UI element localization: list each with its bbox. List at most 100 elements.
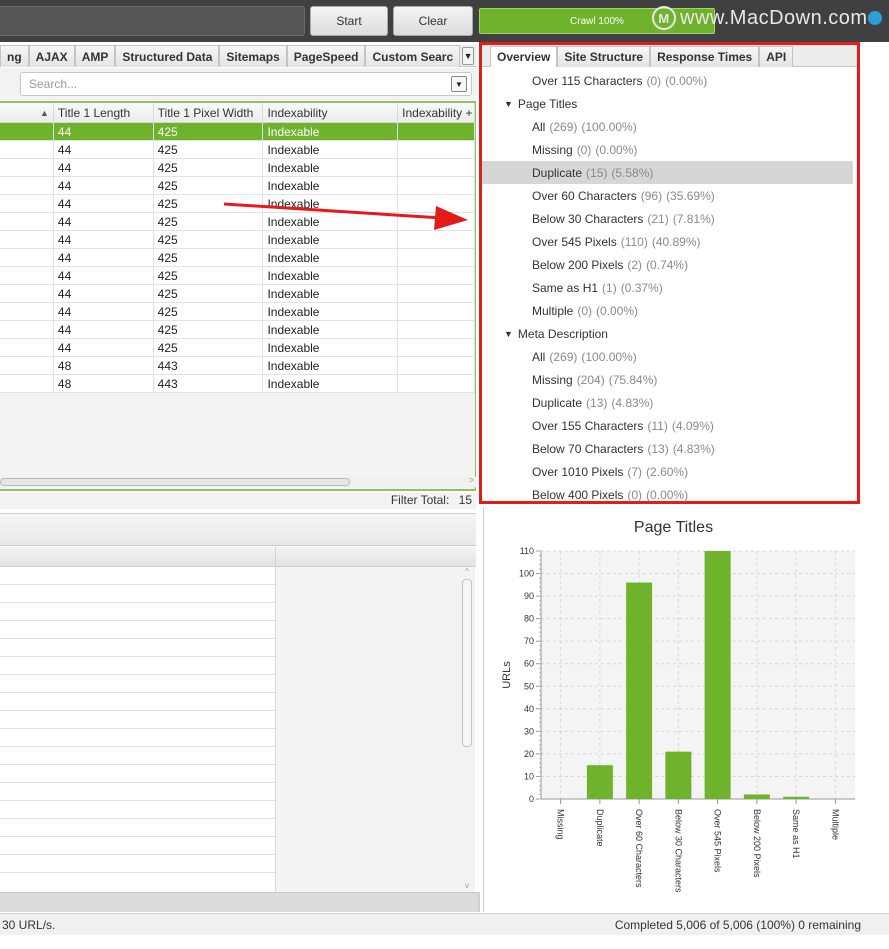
search-placeholder: Search... <box>29 77 78 91</box>
tree-item[interactable]: Missing (0) (0.00%) <box>482 138 857 161</box>
tree-item-count: (2) <box>627 257 643 272</box>
tab-structured-data[interactable]: Structured Data <box>115 45 220 67</box>
table-row[interactable]: 44 425 Indexable <box>0 285 475 303</box>
table-row[interactable]: 44 425 Indexable <box>0 141 475 159</box>
column-header-title-length[interactable]: Title 1 Length <box>54 103 154 122</box>
cell-title-length: 44 <box>54 213 154 230</box>
scroll-up-icon[interactable]: ^ <box>461 567 473 579</box>
tab-amp[interactable]: AMP <box>74 45 116 67</box>
column-header-indexability-status[interactable]: Indexability + <box>398 103 475 122</box>
cell-indexability-status <box>398 141 475 158</box>
tree-item[interactable]: Multiple (0) (0.00%) <box>482 299 857 322</box>
start-button[interactable]: Start <box>310 6 388 36</box>
vertical-scrollbar-thumb[interactable] <box>462 579 472 747</box>
tree-item-label: All <box>532 119 546 134</box>
tab-response-times[interactable]: Response Times <box>650 46 760 67</box>
horizontal-scrollbar[interactable]: > <box>0 475 476 487</box>
detail-row[interactable] <box>0 621 275 639</box>
tabs-overflow-dropdown[interactable]: ▼ <box>462 47 474 65</box>
table-row[interactable]: 44 425 Indexable <box>0 249 475 267</box>
tree-item[interactable]: All (269) (100.00%) <box>482 345 857 368</box>
detail-rows <box>0 567 275 892</box>
horizontal-scrollbar-thumb[interactable] <box>0 478 350 486</box>
tree-item[interactable]: Below 70 Characters (13) (4.83%) <box>482 437 857 460</box>
detail-row[interactable] <box>0 783 275 801</box>
table-row[interactable]: 44 425 Indexable <box>0 231 475 249</box>
tree-item[interactable]: Over 545 Pixels (110) (40.89%) <box>482 230 857 253</box>
tree-item-label: Over 155 Characters <box>532 418 644 433</box>
detail-row[interactable] <box>0 639 275 657</box>
tree-item[interactable]: Over 155 Characters (11) (4.09%) <box>482 414 857 437</box>
tab-overview[interactable]: Overview <box>490 46 558 67</box>
tree-item[interactable]: Over 115 Characters (0) (0.00%) <box>482 69 857 92</box>
tree-item[interactable]: Same as H1 (1) (0.37%) <box>482 276 857 299</box>
column-header-sort[interactable]: ▲ <box>0 103 54 122</box>
tree-item[interactable]: Below 400 Pixels (0) (0.00%) <box>482 483 857 506</box>
table-row[interactable]: 44 425 Indexable <box>0 267 475 285</box>
cell-title-pixel-width: 425 <box>154 159 264 176</box>
column-divider[interactable] <box>275 547 276 567</box>
search-dropdown-button[interactable]: ▼ <box>451 76 467 92</box>
detail-row[interactable] <box>0 765 275 783</box>
detail-row[interactable] <box>0 747 275 765</box>
detail-row[interactable] <box>0 675 275 693</box>
tree-item-label: Over 545 Pixels <box>532 234 617 249</box>
table-row[interactable]: 44 425 Indexable <box>0 123 475 141</box>
column-header-indexability[interactable]: Indexability <box>263 103 399 122</box>
table-row[interactable]: 48 443 Indexable <box>0 375 475 393</box>
vertical-scrollbar[interactable]: ^ v <box>461 567 473 892</box>
tree-item[interactable]: Duplicate (13) (4.83%) <box>482 391 857 414</box>
cell-indexability: Indexable <box>263 177 399 194</box>
cell-indexability: Indexable <box>263 375 399 392</box>
table-row[interactable]: 44 425 Indexable <box>0 321 475 339</box>
tree-item[interactable]: Missing (204) (75.84%) <box>482 368 857 391</box>
column-header-title-pixel-width[interactable]: Title 1 Pixel Width <box>154 103 264 122</box>
detail-row[interactable] <box>0 603 275 621</box>
table-row[interactable]: 44 425 Indexable <box>0 177 475 195</box>
detail-row[interactable] <box>0 585 275 603</box>
add-column-icon[interactable]: + <box>466 106 473 120</box>
tab-ajax[interactable]: AJAX <box>28 45 75 67</box>
detail-row[interactable] <box>0 729 275 747</box>
table-row[interactable]: 44 425 Indexable <box>0 339 475 357</box>
tree-item[interactable]: Below 30 Characters (21) (7.81%) <box>482 207 857 230</box>
clear-button[interactable]: Clear <box>393 6 473 36</box>
detail-row[interactable] <box>0 801 275 819</box>
scroll-down-icon[interactable]: v <box>461 881 473 890</box>
table-row[interactable]: 44 425 Indexable <box>0 303 475 321</box>
tab-api[interactable]: API <box>759 46 794 67</box>
detail-row[interactable] <box>0 855 275 873</box>
cell-indexability-status <box>398 177 475 194</box>
expand-caret-icon[interactable]: ▼ <box>504 329 513 339</box>
scroll-right-icon[interactable]: > <box>469 475 474 485</box>
detail-row[interactable] <box>0 819 275 837</box>
detail-row[interactable] <box>0 711 275 729</box>
cell-indexability-status <box>398 303 475 320</box>
tree-group[interactable]: ▼ Page Titles <box>482 92 857 115</box>
tree-item[interactable]: Below 200 Pixels (2) (0.74%) <box>482 253 857 276</box>
search-input[interactable]: Search... ▼ <box>20 72 472 96</box>
detail-row[interactable] <box>0 693 275 711</box>
tree-item[interactable]: Over 60 Characters (96) (35.69%) <box>482 184 857 207</box>
detail-row[interactable] <box>0 657 275 675</box>
expand-caret-icon[interactable]: ▼ <box>504 99 513 109</box>
url-input[interactable] <box>0 6 305 36</box>
tree-item[interactable]: All (269) (100.00%) <box>482 115 857 138</box>
cell-title-length: 44 <box>54 177 154 194</box>
detail-row[interactable] <box>0 567 275 585</box>
table-row[interactable]: 48 443 Indexable <box>0 357 475 375</box>
tab-custom-search[interactable]: Custom Searc <box>365 45 461 67</box>
tab-sitemaps[interactable]: Sitemaps <box>219 45 287 67</box>
tab-partial[interactable]: ng <box>0 45 29 67</box>
tree-item[interactable]: Duplicate (15) (5.58%) <box>482 161 853 184</box>
tree-item-count: (96) <box>640 188 663 203</box>
table-row[interactable]: 44 425 Indexable <box>0 159 475 177</box>
tab-site-structure[interactable]: Site Structure <box>557 46 651 67</box>
top-toolbar: Start Clear Crawl 100% M www.MacDown.com <box>0 0 889 42</box>
detail-row[interactable] <box>0 837 275 855</box>
tree-group[interactable]: ▼ Meta Description <box>482 322 857 345</box>
tree-item[interactable]: Over 1010 Pixels (7) (2.60%) <box>482 460 857 483</box>
annotation-arrow-icon <box>223 202 468 230</box>
tab-pagespeed[interactable]: PageSpeed <box>286 45 366 67</box>
x-tick-label: Over 60 Characters <box>634 809 644 888</box>
